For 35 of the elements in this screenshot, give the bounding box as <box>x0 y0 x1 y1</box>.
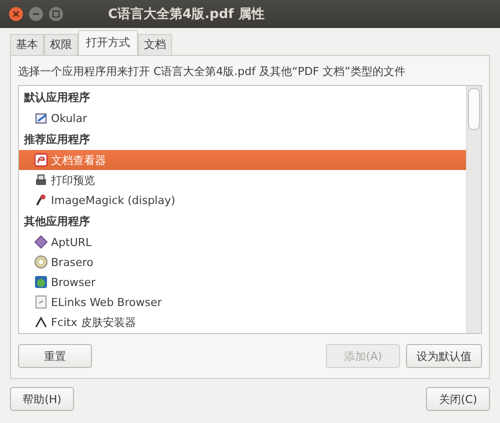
application-item[interactable]: Okular <box>19 108 466 128</box>
tab[interactable]: 文档 <box>138 34 172 55</box>
action-button[interactable]: 重置 <box>18 344 92 368</box>
scrollbar[interactable] <box>466 86 481 333</box>
dialog-button[interactable]: 帮助(H) <box>10 387 74 411</box>
tab[interactable]: 打开方式 <box>78 30 138 55</box>
application-item[interactable]: ImageMagick (display) <box>19 190 466 210</box>
description-text: 选择一个应用程序用来打开 C语言大全第4版.pdf 及其他“PDF 文档”类型的文件 <box>18 64 406 79</box>
maximize-icon[interactable] <box>48 6 64 22</box>
window-title: C语言大全第4版.pdf 属性 <box>108 6 264 23</box>
app-icon <box>34 255 48 269</box>
close-icon[interactable] <box>8 6 24 22</box>
application-item[interactable]: Browser <box>19 272 466 292</box>
section-header: 推荐应用程序 <box>22 132 91 148</box>
section-header: 默认应用程序 <box>22 90 91 106</box>
app-icon <box>34 173 48 187</box>
application-item[interactable]: ELinks Web Browser <box>19 292 466 312</box>
app-icon <box>34 275 48 289</box>
app-icon <box>34 295 48 309</box>
app-icon <box>34 193 48 207</box>
app-icon <box>34 153 48 167</box>
app-icon <box>34 111 48 125</box>
application-item[interactable]: 打印预览 <box>19 170 466 190</box>
section-header: 其他应用程序 <box>23 214 91 230</box>
action-button[interactable]: 设为默认值 <box>406 344 482 368</box>
tab[interactable]: 权限 <box>44 34 78 55</box>
minimize-icon[interactable] <box>28 6 44 22</box>
scrollbar-thumb[interactable] <box>468 88 480 130</box>
application-item[interactable]: Brasero <box>19 252 466 272</box>
application-item[interactable]: Fcitx 皮肤安装器 <box>19 312 466 332</box>
app-icon <box>34 315 48 329</box>
dialog-button[interactable]: 关闭(C) <box>426 387 490 411</box>
application-item[interactable]: AptURL <box>19 232 466 252</box>
tab[interactable]: 基本 <box>10 34 44 55</box>
app-icon <box>34 235 48 249</box>
